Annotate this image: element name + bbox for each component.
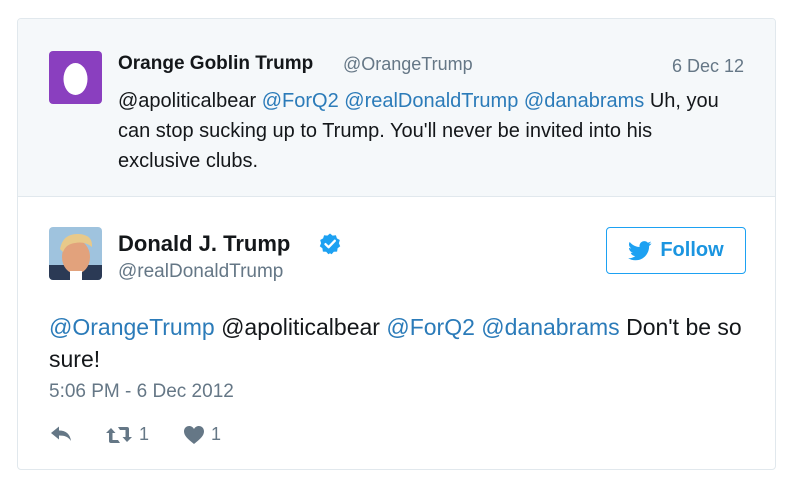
twitter-bird-icon [628,240,652,260]
mention-link[interactable]: @realDonaldTrump [344,90,518,112]
reply-icon [51,426,71,441]
heart-icon [184,425,204,444]
tweet-timestamp[interactable]: 5:06 PM - 6 Dec 2012 [49,381,234,403]
parent-author-handle[interactable]: @OrangeTrump [343,54,473,75]
main-author-name[interactable]: Donald J. Trump [118,231,290,257]
mention-link[interactable]: @danabrams [481,314,619,340]
retweet-button[interactable]: 1 [105,424,149,445]
follow-label: Follow [660,239,724,261]
parent-author-name[interactable]: Orange Goblin Trump [118,53,313,75]
main-tweet-text: @OrangeTrump @apoliticalbear @ForQ2 @dan… [49,311,749,375]
mention-link[interactable]: @apoliticalbear [118,90,256,112]
main-author-handle[interactable]: @realDonaldTrump [118,261,283,283]
parent-avatar[interactable] [49,51,102,104]
mention-link[interactable]: @danabrams [524,90,644,112]
parent-date[interactable]: 6 Dec 12 [672,56,744,77]
retweet-icon [106,426,132,443]
egg-avatar-icon [63,63,88,95]
profile-photo [49,227,102,280]
mention-link[interactable]: @ForQ2 [262,90,339,112]
mention-link[interactable]: @ForQ2 [386,314,475,340]
main-avatar[interactable] [49,227,102,280]
retweet-count: 1 [139,424,150,444]
parent-tweet[interactable]: Orange Goblin Trump @OrangeTrump 6 Dec 1… [18,19,775,197]
reply-button[interactable] [49,424,73,444]
embedded-tweet-card: Orange Goblin Trump @OrangeTrump 6 Dec 1… [17,18,776,470]
like-button[interactable]: 1 [183,424,221,445]
follow-button[interactable]: Follow [606,227,746,274]
parent-tweet-text: @apoliticalbear @ForQ2 @realDonaldTrump … [118,86,738,176]
mention-plain[interactable]: @apoliticalbear [221,314,380,340]
like-count: 1 [211,424,222,444]
verified-badge-icon [319,233,341,255]
mention-link[interactable]: @OrangeTrump [49,314,215,340]
